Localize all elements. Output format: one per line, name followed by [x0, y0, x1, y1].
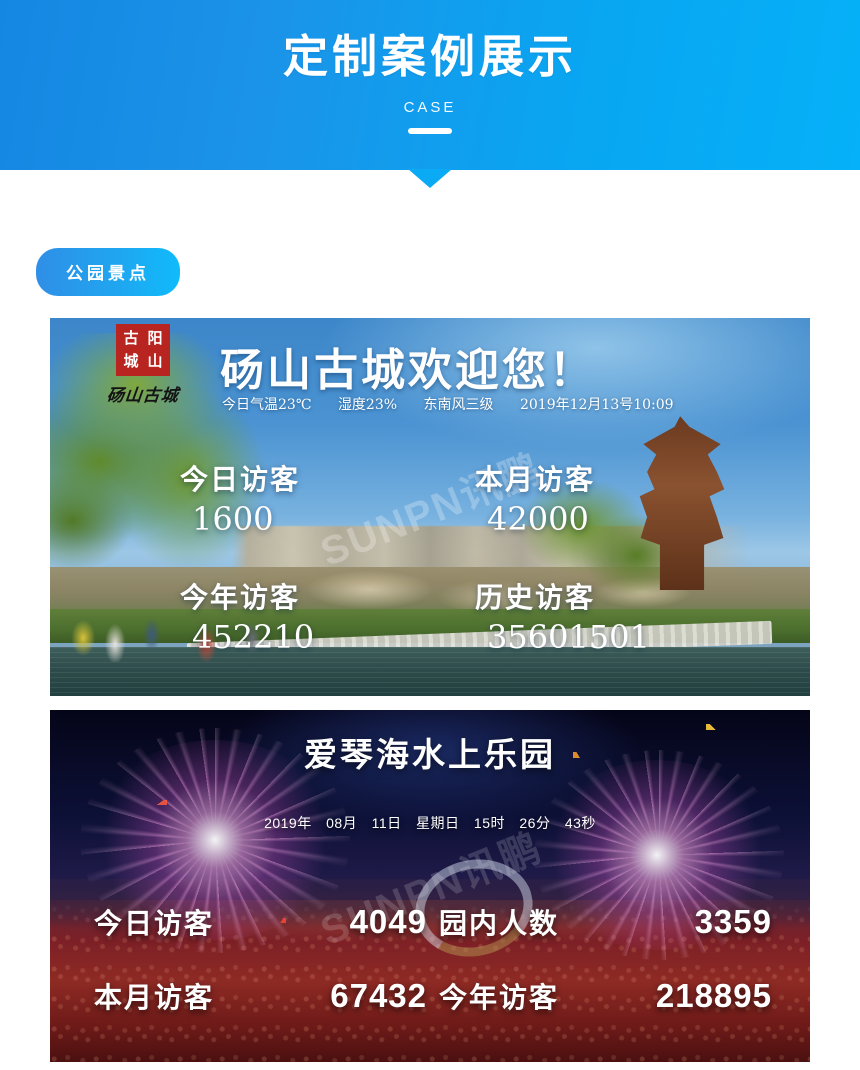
aegean-stat-today-value: 4049 [349, 903, 427, 940]
park-stat-history-value: 35601501 [487, 618, 650, 656]
case-card-list: SUNPN讯鹏 古 阳 城 山 砀山古城 砀山古城欢迎您！ 今日气温23℃ 湿度… [0, 318, 860, 1062]
weather-humidity: 湿度23% [337, 397, 398, 413]
seal-char-1: 古 [123, 329, 139, 347]
park-stat-month: 本月访客 42000 [475, 458, 770, 538]
aegean-stat-year: 今年访客 218895 [439, 976, 784, 1016]
weather-wind: 东南风三级 [423, 397, 494, 413]
park-welcome-title: 砀山古城欢迎您！ [220, 345, 596, 396]
park-stat-month-value: 42000 [487, 500, 589, 538]
aegean-stat-today-label: 今日访客 [94, 908, 215, 939]
park-stat-history: 历史访客 35601501 [475, 576, 770, 656]
park-logo: 古 阳 城 山 砀山古城 [88, 324, 198, 406]
park-weather-bar: 今日气温23℃ 湿度23% 东南风三级 2019年12月13号10:09 [222, 394, 674, 414]
park-stat-today-label: 今日访客 [180, 463, 301, 496]
park-logo-wordmark: 砀山古城 [105, 386, 180, 406]
page-header-banner: 定制案例展示 CASE [0, 0, 860, 188]
park-stat-year-label: 今年访客 [180, 581, 301, 614]
datetime-day: 11日 [371, 815, 402, 831]
category-tag-park-scenic[interactable]: 公园景点 [36, 248, 180, 296]
seal-char-3: 城 [123, 352, 139, 370]
page-title: 定制案例展示 [282, 31, 577, 82]
weather-datetime: 2019年12月13号10:09 [519, 397, 674, 413]
aegean-stat-inpark-value: 3359 [694, 903, 772, 940]
page-subtitle: CASE [403, 99, 457, 116]
seal-char-2: 阳 [147, 329, 163, 347]
aegean-stat-inpark: 园内人数 3359 [439, 902, 784, 942]
park-stat-today-value: 1600 [192, 500, 274, 538]
aegean-stat-month: 本月访客 67432 [94, 976, 439, 1016]
datetime-minute: 26分 [519, 815, 551, 831]
aegean-stat-year-value: 218895 [655, 977, 772, 1014]
aegean-park-title: 爱琴海水上乐园 [304, 736, 556, 773]
park-stat-history-label: 历史访客 [475, 581, 596, 614]
aegean-stat-year-label: 今年访客 [439, 982, 560, 1013]
aegean-stat-month-label: 本月访客 [94, 982, 215, 1013]
case-card-aegean-water-park[interactable]: SUNPN讯鹏 爱琴海水上乐园 2019年 08月 11日 星期日 15时 26… [50, 710, 810, 1062]
park-stat-year: 今年访客 452210 [180, 576, 475, 656]
park-visitor-stats-grid: 今日访客 1600 本月访客 42000 今年访客 452210 历史访客 35… [50, 458, 810, 656]
aegean-stat-month-value: 67432 [330, 977, 427, 1014]
aegean-visitor-stats-grid: 今日访客 4049 园内人数 3359 本月访客 67432 今年访客 2188… [50, 902, 810, 1016]
park-stat-month-label: 本月访客 [475, 463, 596, 496]
datetime-weekday: 星期日 [416, 815, 460, 831]
park-logo-seal-icon: 古 阳 城 山 [116, 324, 170, 376]
park-stat-year-value: 452210 [192, 618, 315, 656]
aegean-stat-inpark-label: 园内人数 [439, 908, 560, 939]
datetime-year: 2019年 [264, 815, 312, 831]
weather-temperature: 今日气温23℃ [222, 397, 312, 413]
aegean-datetime-bar: 2019年 08月 11日 星期日 15时 26分 43秒 [50, 813, 810, 833]
category-tag-row: 公园景点 [0, 248, 860, 296]
datetime-second: 43秒 [564, 815, 596, 831]
park-stat-today: 今日访客 1600 [180, 458, 475, 538]
datetime-hour: 15时 [473, 815, 505, 831]
case-card-dangshan-ancient-city[interactable]: SUNPN讯鹏 古 阳 城 山 砀山古城 砀山古城欢迎您！ 今日气温23℃ 湿度… [50, 318, 810, 696]
aegean-stat-today: 今日访客 4049 [94, 902, 439, 942]
datetime-month: 08月 [326, 815, 358, 831]
header-down-arrow-icon [408, 169, 452, 188]
title-underline-rule [408, 128, 452, 134]
seal-char-4: 山 [147, 352, 163, 370]
